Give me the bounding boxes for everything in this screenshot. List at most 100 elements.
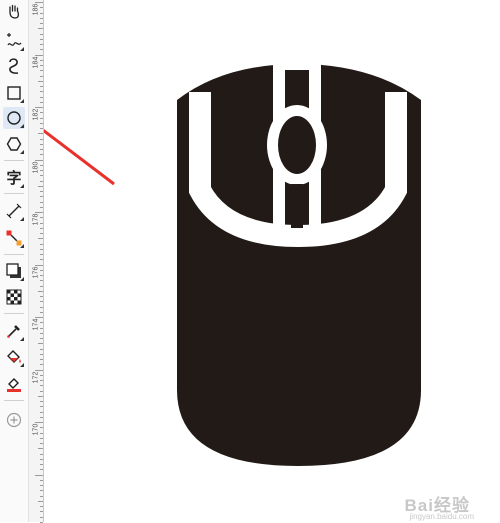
ruler-tick xyxy=(40,364,43,366)
ruler-tick xyxy=(40,275,43,276)
ruler-tick xyxy=(38,395,43,397)
add-tool-button[interactable] xyxy=(3,409,25,431)
eyedropper-tool[interactable] xyxy=(3,320,25,342)
ruler-tick xyxy=(40,479,43,481)
ruler-tick xyxy=(40,338,43,339)
drop-shadow-tool[interactable] xyxy=(3,260,25,282)
smart-fill-icon xyxy=(5,375,23,393)
ruler-tick xyxy=(40,233,43,234)
ruler-tick xyxy=(40,516,43,518)
ruler-tick xyxy=(40,138,43,140)
ruler-tick xyxy=(40,122,43,124)
toolbox-separator xyxy=(4,313,24,314)
ruler-tick xyxy=(40,511,43,513)
wheel-bridge xyxy=(273,58,321,70)
ruler-tick xyxy=(40,385,43,387)
ruler-tick xyxy=(40,416,43,418)
artistic-media-tool[interactable] xyxy=(3,55,25,77)
ruler-label: 170 xyxy=(32,423,40,436)
ruler-tick xyxy=(40,17,43,19)
ruler-tick xyxy=(35,212,43,213)
scroll-wheel xyxy=(278,116,316,174)
pan-tool[interactable] xyxy=(3,0,25,22)
ruler-tick xyxy=(40,269,43,271)
flyout-indicator xyxy=(20,363,24,367)
ruler-tick xyxy=(40,117,43,119)
polygon-tool[interactable] xyxy=(3,133,25,155)
ruler-tick xyxy=(38,500,43,502)
ruler-tick xyxy=(40,301,43,303)
ruler-tick xyxy=(40,70,43,72)
toolbox-separator xyxy=(4,254,24,255)
ruler-tick xyxy=(40,406,43,408)
toolbox-separator xyxy=(4,160,24,161)
ruler-tick xyxy=(38,290,43,292)
ruler-tick xyxy=(40,322,43,324)
plus-circle-icon xyxy=(6,412,22,428)
flyout-indicator xyxy=(20,337,24,341)
ruler-label: 182 xyxy=(32,108,40,121)
ruler-tick xyxy=(40,7,43,9)
flyout-indicator xyxy=(20,184,24,188)
ruler-tick xyxy=(40,75,43,77)
ruler-tick xyxy=(40,38,43,40)
ruler-tick xyxy=(40,390,43,392)
ruler-tick xyxy=(40,196,43,198)
ruler-tick xyxy=(40,374,43,376)
ruler-tick xyxy=(40,259,43,261)
hand-icon xyxy=(6,3,22,19)
ruler-tick xyxy=(40,91,43,93)
ruler-tick xyxy=(40,443,43,444)
ruler-tick xyxy=(38,185,43,187)
connector-tool[interactable] xyxy=(3,227,25,249)
ruler-tick xyxy=(40,427,43,429)
freehand-tool[interactable] xyxy=(3,30,25,52)
ruler-tick xyxy=(40,33,43,35)
ruler-tick xyxy=(38,448,43,450)
ruler-tick xyxy=(40,217,43,219)
vertical-ruler[interactable]: 186 184 182 180 178 176 174 172 170 xyxy=(29,0,44,523)
ruler-tick xyxy=(40,254,43,255)
rectangle-tool[interactable] xyxy=(3,82,25,104)
ruler-tick xyxy=(40,175,43,177)
ruler-tick xyxy=(40,359,43,360)
flyout-indicator xyxy=(20,217,24,221)
ruler-tick xyxy=(40,44,43,45)
interactive-fill-tool[interactable] xyxy=(3,346,25,368)
transparency-tool[interactable] xyxy=(3,286,25,308)
parallel-dimension-tool[interactable] xyxy=(3,200,25,222)
ruler-tick xyxy=(40,170,43,171)
ruler-tick xyxy=(40,380,43,381)
drawing-canvas[interactable]: Bai经验 jingyan.baidu.com xyxy=(44,0,500,522)
curve-icon xyxy=(6,57,22,75)
ruler-tick xyxy=(40,96,43,98)
ruler-label: 186 xyxy=(32,3,40,16)
ruler-tick xyxy=(40,411,43,413)
ruler-tick xyxy=(35,54,43,56)
ruler-label: 174 xyxy=(32,318,40,331)
ruler-tick xyxy=(40,311,43,313)
ruler-tick xyxy=(35,422,43,423)
ruler-tick xyxy=(40,401,43,402)
toolbox-separator xyxy=(4,400,24,401)
ruler-tick xyxy=(40,23,43,24)
ruler-tick xyxy=(40,464,43,465)
ruler-tick xyxy=(40,332,43,334)
ruler-tick xyxy=(35,107,43,108)
ruler-tick xyxy=(40,285,43,287)
ruler-tick xyxy=(35,369,43,371)
smart-fill-tool[interactable] xyxy=(3,373,25,395)
ellipse-tool[interactable] xyxy=(3,107,25,129)
ruler-label: 178 xyxy=(32,213,40,226)
ruler-tick xyxy=(40,490,43,492)
ruler-tick xyxy=(35,2,43,3)
ruler-tick xyxy=(40,432,43,434)
ruler-tick xyxy=(40,86,43,87)
text-tool[interactable]: 字 xyxy=(3,167,25,189)
ruler-tick xyxy=(35,264,43,266)
ruler-tick xyxy=(40,227,43,229)
ruler-tick xyxy=(40,495,43,497)
ruler-label: 172 xyxy=(32,371,40,383)
ruler-tick xyxy=(40,149,43,150)
flyout-indicator xyxy=(20,150,24,154)
